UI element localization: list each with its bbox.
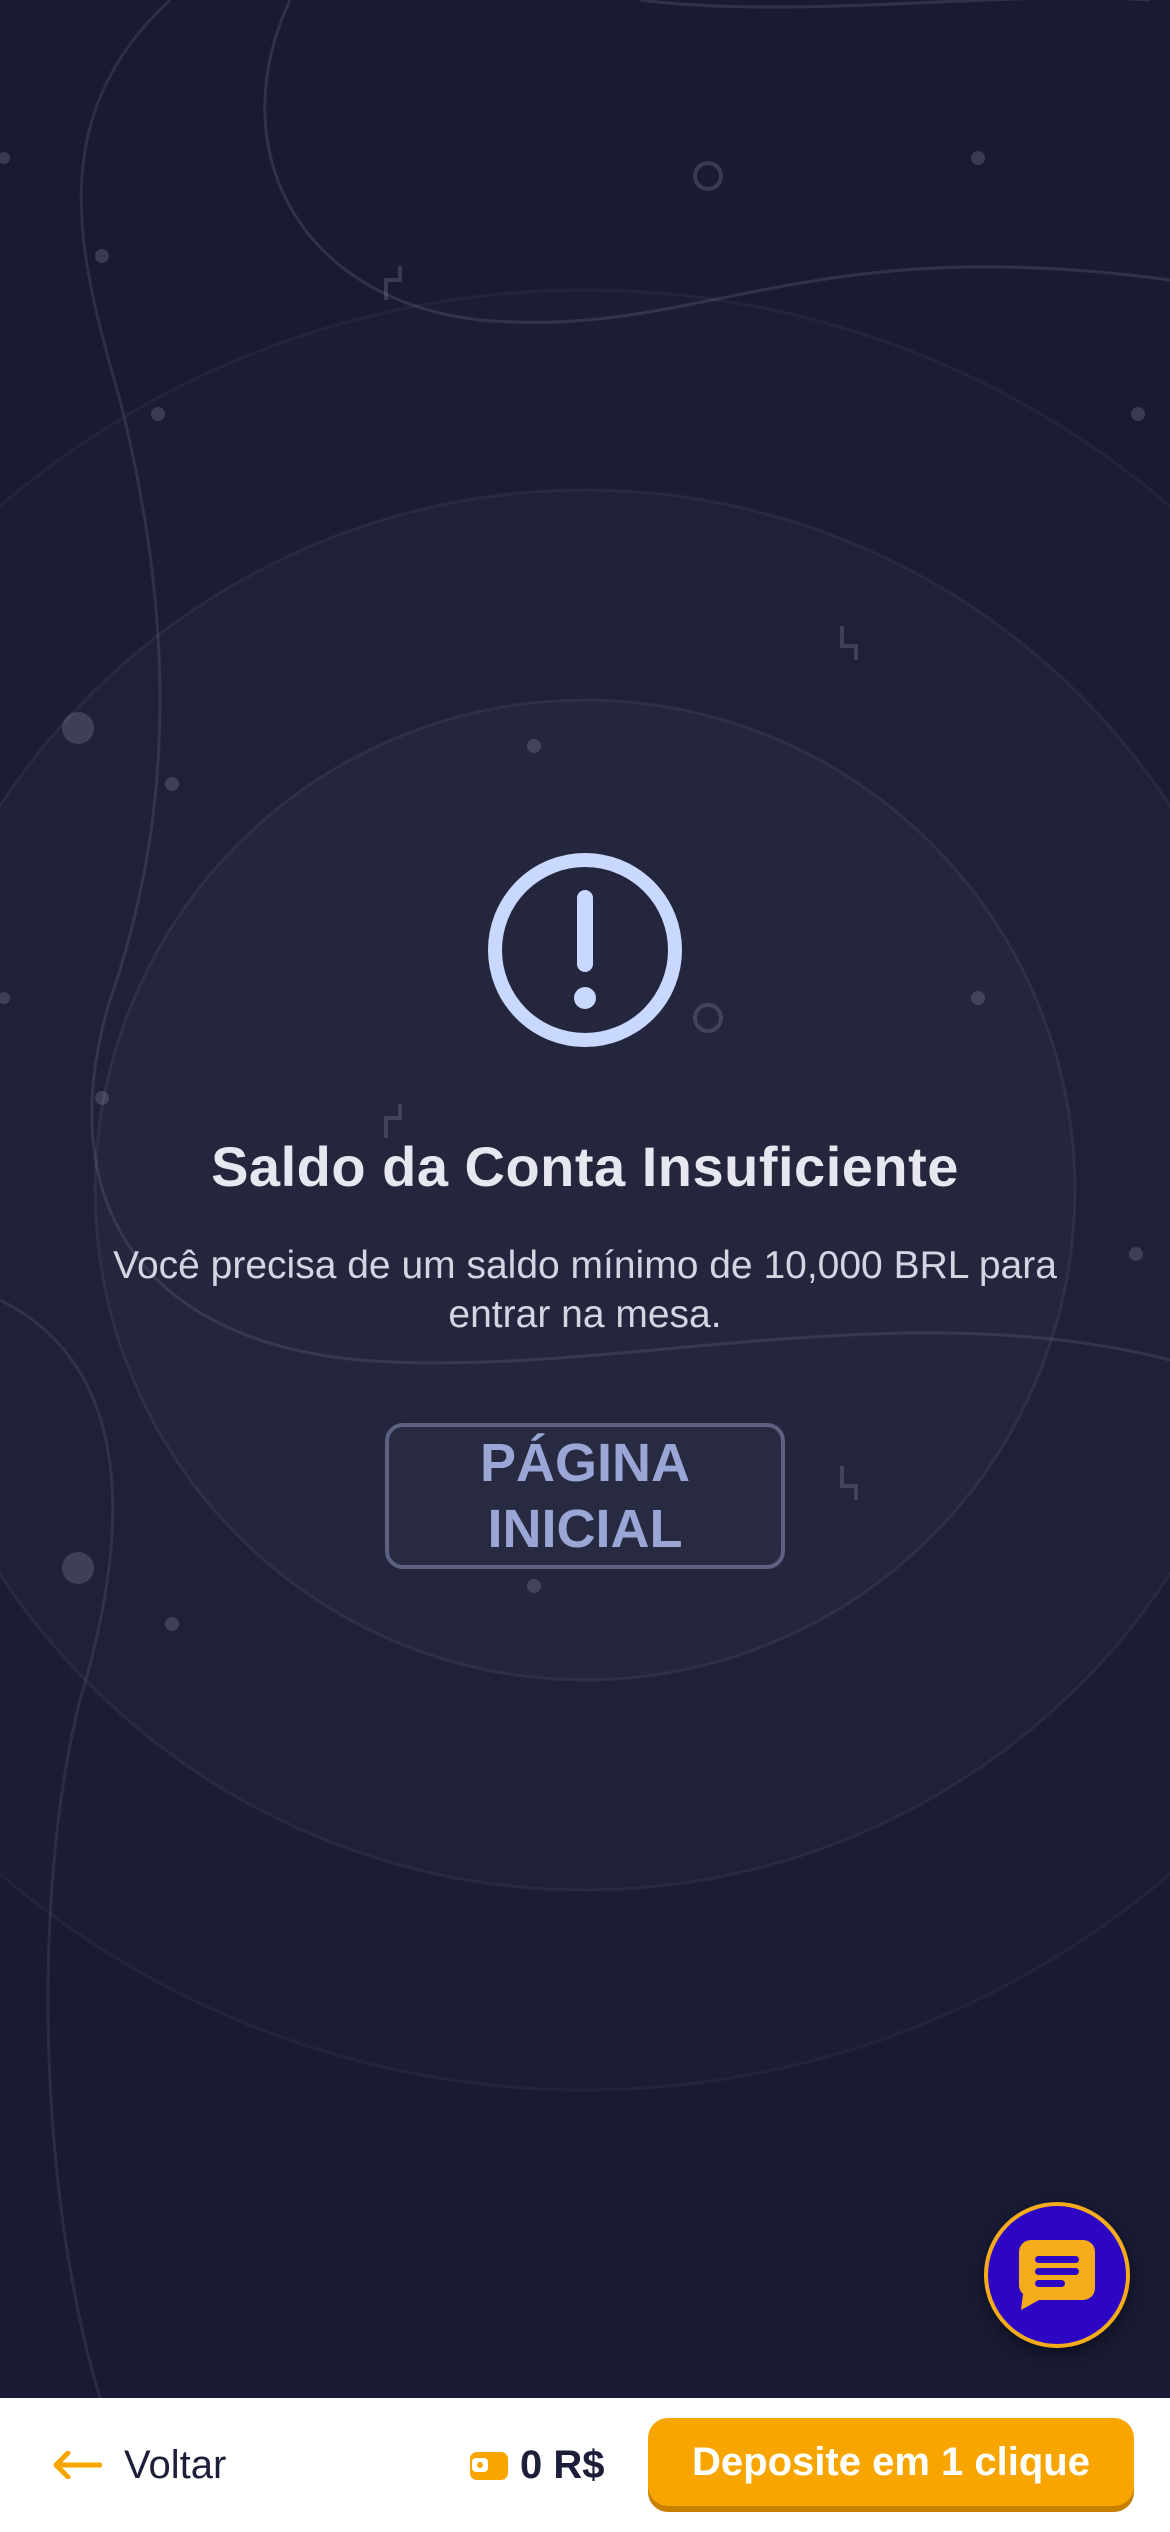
insufficient-balance-dialog: Saldo da Conta Insuficiente Você precisa… <box>0 850 1170 1569</box>
back-label: Voltar <box>124 2442 227 2487</box>
chat-bubble-icon <box>1019 2240 1095 2310</box>
balance-display: 0 R$ <box>468 2436 605 2494</box>
exclamation-circle-icon <box>488 853 682 1047</box>
wallet-icon <box>470 2452 508 2480</box>
back-button[interactable]: Voltar <box>52 2436 226 2494</box>
dialog-title: Saldo da Conta Insuficiente <box>211 1135 959 1198</box>
deposit-button[interactable]: Deposite em 1 clique <box>648 2418 1134 2506</box>
chat-button[interactable] <box>984 2202 1130 2348</box>
balance-amount: 0 R$ <box>520 2442 605 2487</box>
arrow-left-icon <box>53 2451 102 2479</box>
home-page-button[interactable]: PÁGINA INICIAL <box>385 1423 785 1569</box>
dialog-message: Você precisa de um saldo mínimo de 10,00… <box>113 1244 1057 1336</box>
bottom-bar: Voltar 0 R$ Deposite em 1 clique <box>0 2398 1170 2532</box>
